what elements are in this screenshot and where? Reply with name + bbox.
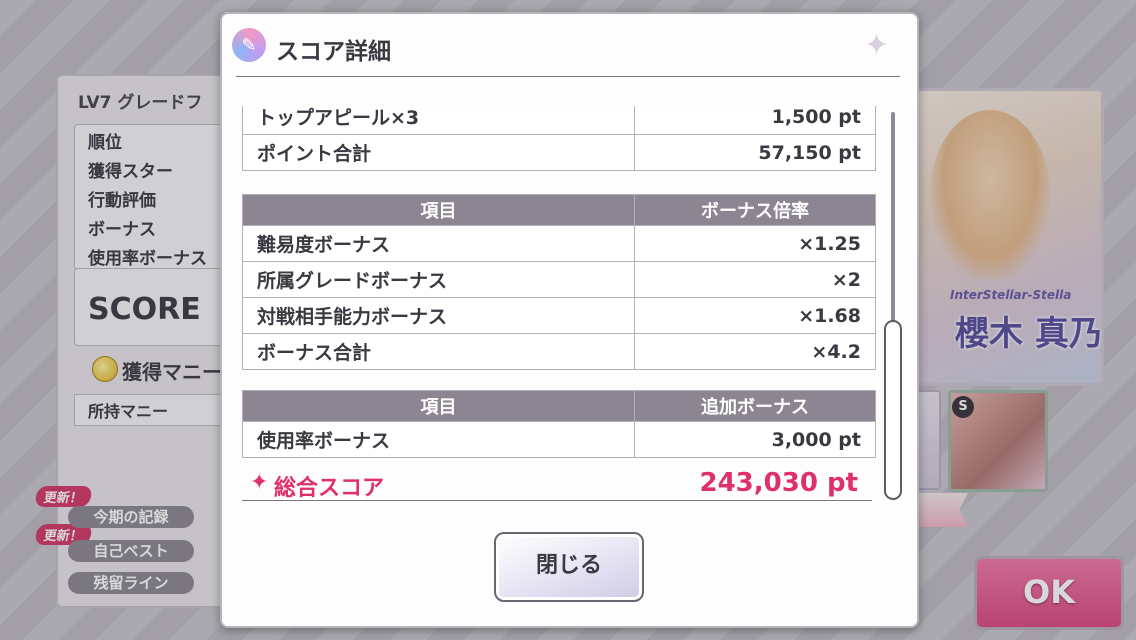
close-button[interactable]: 閉じる bbox=[494, 532, 644, 602]
row-value: 1,500 pt bbox=[634, 106, 876, 135]
table-header: 項目 ボーナス倍率 bbox=[241, 194, 876, 226]
score-detail-icon: ✎ bbox=[232, 28, 266, 62]
table-row: ポイント合計 57,150 pt bbox=[241, 134, 876, 171]
modal-title: スコア詳細 bbox=[276, 39, 391, 65]
header-item: 項目 bbox=[241, 390, 636, 422]
table-row: 所属グレードボーナス ×2 bbox=[241, 261, 876, 298]
row-label: ボーナス合計 bbox=[241, 333, 636, 370]
score-detail-scroll[interactable]: トップアピール×3 1,500 pt ポイント合計 57,150 pt 項目 ボ… bbox=[238, 106, 878, 502]
scrollbar-thumb[interactable] bbox=[884, 320, 902, 500]
table-row: 難易度ボーナス ×1.25 bbox=[241, 225, 876, 262]
total-score-value: 243,030 pt bbox=[699, 468, 858, 498]
row-label: 対戦相手能力ボーナス bbox=[241, 297, 636, 334]
scrollbar-track[interactable] bbox=[891, 112, 895, 322]
sparkle-icon: ✦ bbox=[864, 28, 890, 63]
total-score-row: ✦ 総合スコア 243,030 pt bbox=[242, 466, 872, 501]
row-label: 使用率ボーナス bbox=[241, 421, 636, 458]
row-value: 57,150 pt bbox=[634, 134, 876, 171]
row-label: 所属グレードボーナス bbox=[241, 261, 636, 298]
row-value: 3,000 pt bbox=[634, 421, 876, 458]
row-label: トップアピール×3 bbox=[241, 106, 636, 135]
total-score-label: 総合スコア bbox=[274, 476, 385, 501]
row-value: ×2 bbox=[634, 261, 876, 298]
star-icon: ✦ bbox=[250, 470, 269, 495]
row-value: ×1.68 bbox=[634, 297, 876, 334]
row-value: ×1.25 bbox=[634, 225, 876, 262]
table-row: トップアピール×3 1,500 pt bbox=[241, 106, 876, 135]
row-value: ×4.2 bbox=[634, 333, 876, 370]
table-row: 対戦相手能力ボーナス ×1.68 bbox=[241, 297, 876, 334]
row-label: 難易度ボーナス bbox=[241, 225, 636, 262]
table-row: 使用率ボーナス 3,000 pt bbox=[241, 421, 876, 458]
header-multiplier: ボーナス倍率 bbox=[634, 194, 876, 226]
bonus-table: 項目 ボーナス倍率 難易度ボーナス ×1.25 所属グレードボーナス ×2 対戦… bbox=[241, 194, 876, 370]
table-header: 項目 追加ボーナス bbox=[241, 390, 876, 422]
header-extra: 追加ボーナス bbox=[634, 390, 876, 422]
table-row: ボーナス合計 ×4.2 bbox=[241, 333, 876, 370]
row-label: ポイント合計 bbox=[241, 134, 636, 171]
header-item: 項目 bbox=[241, 194, 636, 226]
title-divider bbox=[236, 76, 900, 77]
extra-bonus-table: 項目 追加ボーナス 使用率ボーナス 3,000 pt bbox=[241, 390, 876, 458]
points-table: トップアピール×3 1,500 pt ポイント合計 57,150 pt bbox=[241, 106, 876, 171]
